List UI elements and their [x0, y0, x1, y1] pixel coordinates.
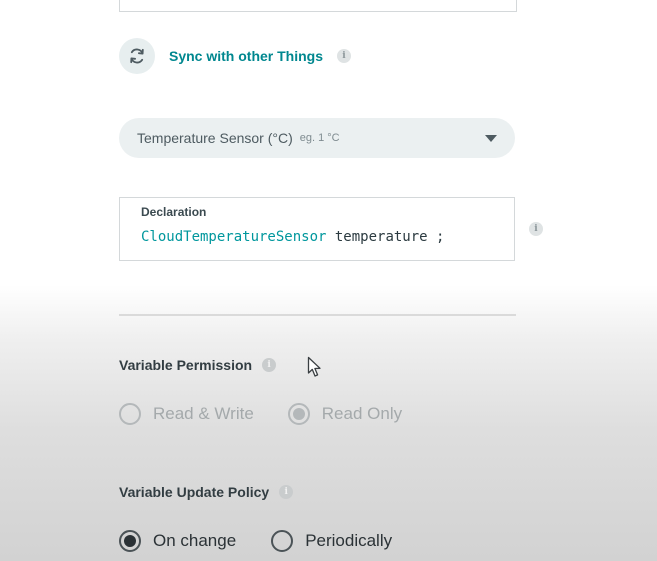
- on-change-label: On change: [153, 531, 237, 550]
- radio-checked-icon: [119, 530, 141, 552]
- variable-type-select[interactable]: Temperature Sensor (°C) eg. 1 °C: [119, 118, 515, 158]
- divider: [119, 314, 516, 316]
- sync-icon: [130, 48, 144, 64]
- periodically-radio[interactable]: Periodically: [271, 530, 392, 552]
- radio-checked-icon: [287, 403, 310, 425]
- declaration-title: Declaration: [141, 205, 207, 219]
- sync-with-other-things-link[interactable]: Sync with other Things: [169, 48, 323, 64]
- declaration-box: Declaration CloudTemperatureSensor tempe…: [119, 197, 515, 261]
- variable-update-policy-title: Variable Update Policy: [119, 484, 270, 500]
- read-only-label: Read Only: [321, 404, 403, 423]
- sync-button[interactable]: [119, 38, 155, 74]
- caret-down-icon: [485, 134, 497, 142]
- variable-permission-heading: Variable Permission i: [119, 357, 277, 373]
- declaration-type-name: CloudTemperatureSensor: [141, 229, 327, 245]
- variable-type-example: eg. 1 °C: [299, 132, 340, 144]
- info-icon[interactable]: i: [337, 49, 352, 63]
- radio-unchecked-icon: [271, 530, 294, 552]
- variable-permission-title: Variable Permission: [119, 357, 253, 373]
- read-only-radio[interactable]: Read Only: [287, 403, 403, 425]
- read-write-label: Read & Write: [153, 404, 254, 423]
- periodically-label: Periodically: [305, 531, 393, 550]
- mouse-pointer-icon: [307, 356, 321, 377]
- variable-update-policy-heading: Variable Update Policy i: [119, 484, 294, 500]
- on-change-radio[interactable]: On change: [119, 530, 236, 552]
- declaration-info-icon[interactable]: i: [529, 222, 543, 236]
- name-input-field[interactable]: [119, 0, 517, 12]
- sync-row: Sync with other Things i: [119, 38, 352, 74]
- update-policy-radio-group: On change Periodically: [119, 530, 392, 552]
- policy-info-icon[interactable]: i: [279, 485, 294, 499]
- read-write-radio[interactable]: Read & Write: [119, 403, 254, 425]
- permission-radio-group: Read & Write Read Only: [119, 403, 402, 425]
- declaration-code: CloudTemperatureSensor temperature ;: [141, 229, 514, 245]
- radio-unchecked-icon: [119, 403, 141, 425]
- permission-info-icon[interactable]: i: [262, 358, 277, 372]
- declaration-variable-name: temperature ;: [326, 229, 445, 245]
- variable-type-value: Temperature Sensor (°C): [137, 130, 293, 146]
